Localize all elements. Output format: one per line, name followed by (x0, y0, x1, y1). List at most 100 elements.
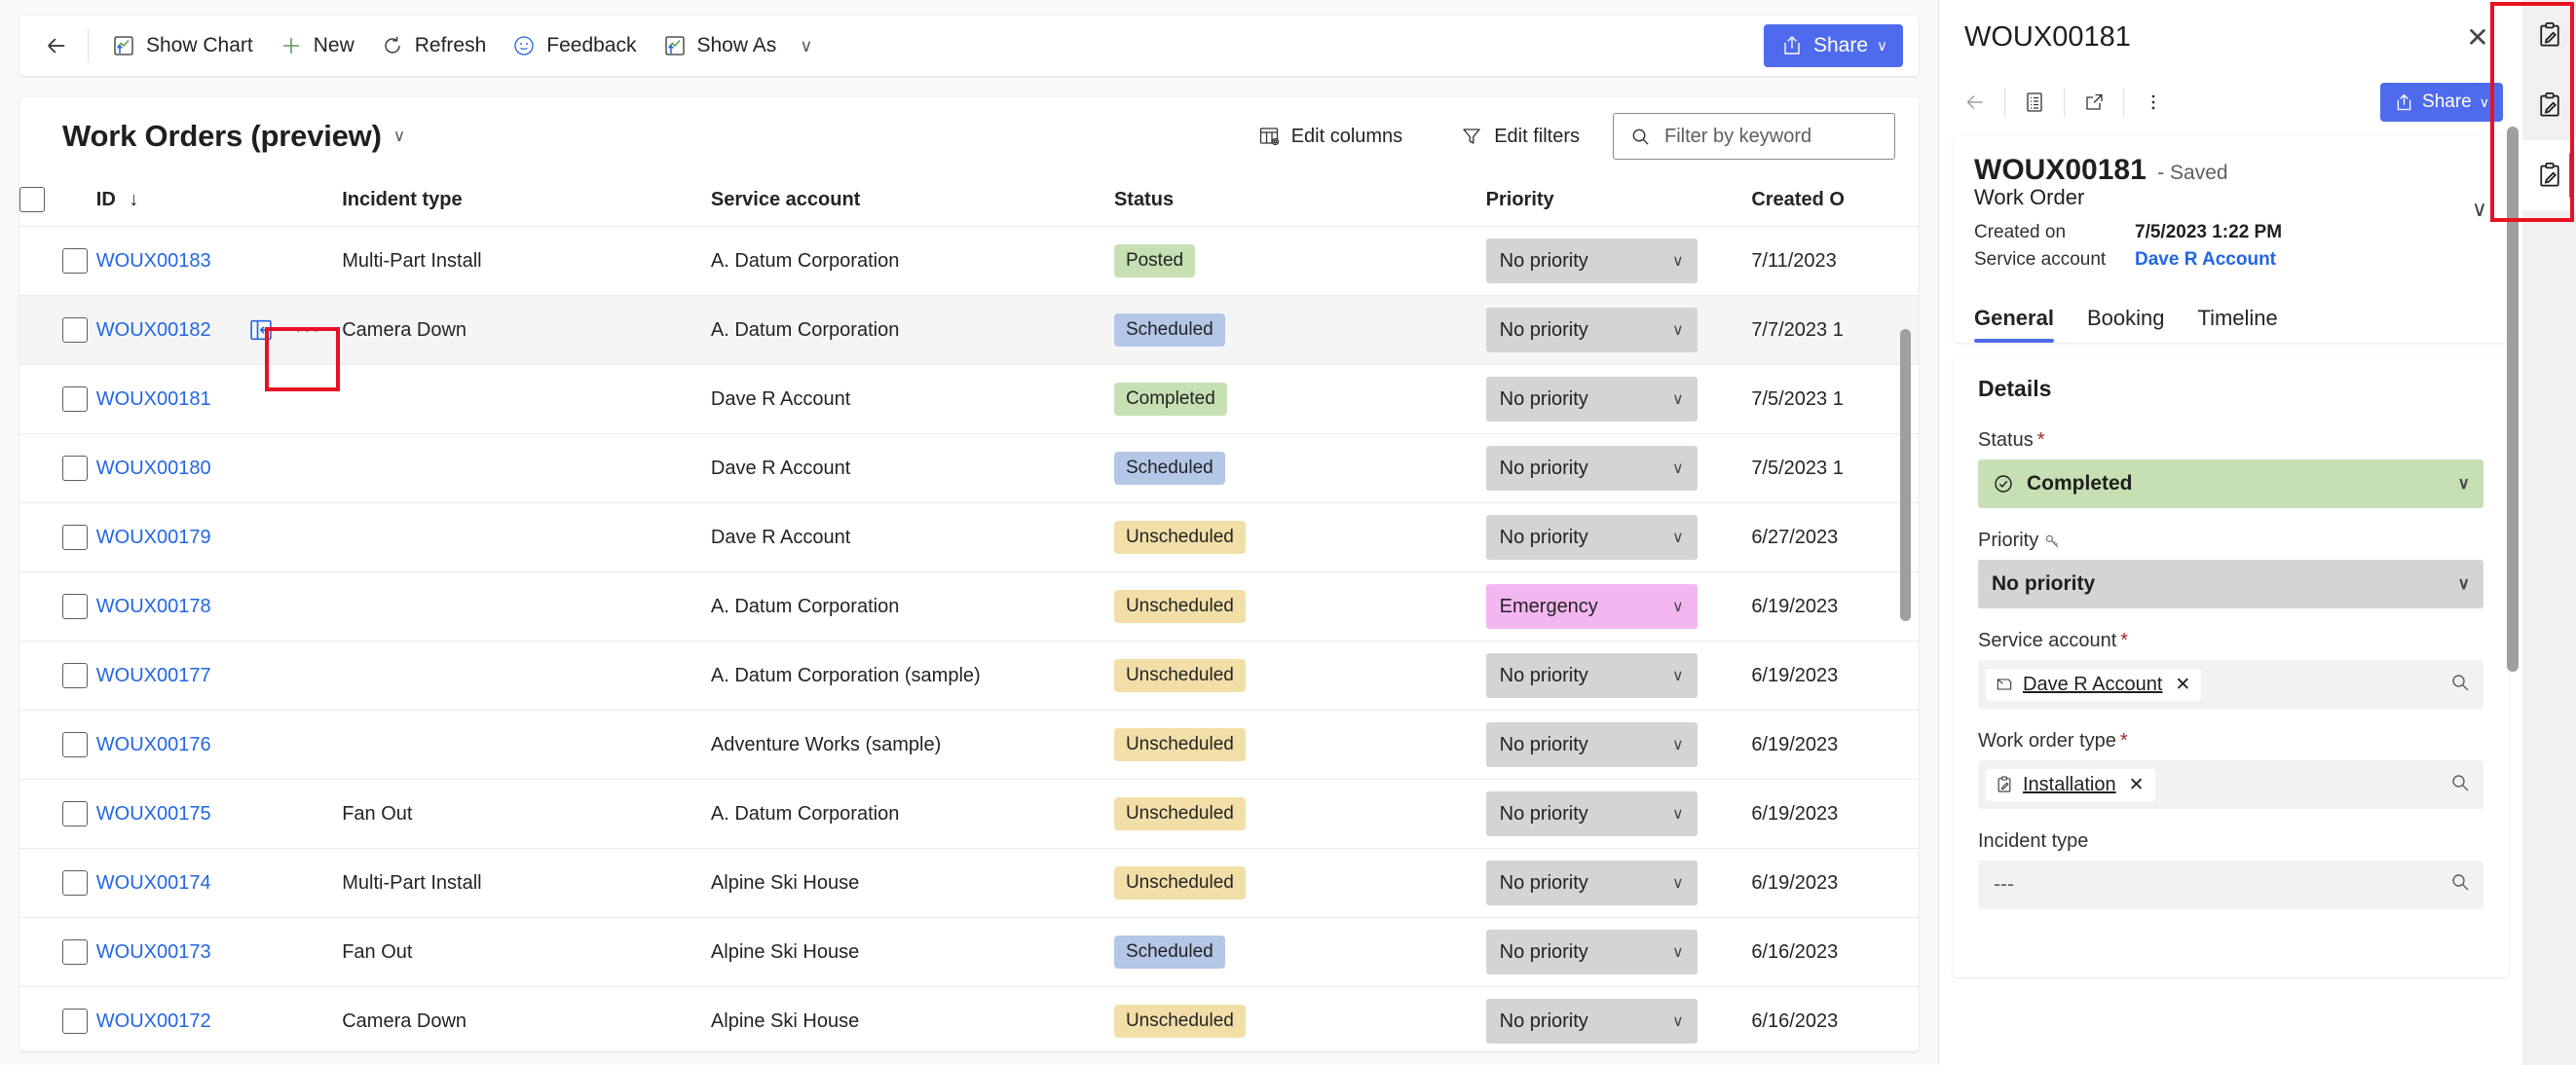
pop-out-icon[interactable] (2072, 80, 2116, 125)
record-link[interactable]: WOUX00178 (96, 596, 211, 618)
rail-item-1[interactable] (2522, 0, 2576, 70)
side-panel-scrollbar[interactable] (2507, 127, 2519, 672)
open-in-side-panel-icon[interactable] (237, 306, 285, 354)
priority-dropdown[interactable]: No priority ∨ (1485, 999, 1698, 1044)
row-checkbox[interactable] (62, 801, 88, 826)
refresh-button[interactable]: Refresh (367, 24, 500, 67)
rail-item-2[interactable] (2522, 70, 2576, 140)
remove-tag-icon[interactable]: ✕ (2175, 674, 2190, 696)
priority-dropdown[interactable]: No priority ∨ (1485, 377, 1698, 422)
remove-tag-icon[interactable]: ✕ (2129, 774, 2145, 796)
edit-columns-button[interactable]: Edit columns (1245, 114, 1415, 159)
chevron-down-icon[interactable]: ∨ (800, 36, 812, 56)
service-account-lookup[interactable]: Dave R Account ✕ (1978, 660, 2483, 709)
work-order-type-tag[interactable]: Installation ✕ (1986, 768, 2155, 801)
table-row[interactable]: WOUX00172 Camera Down Alpine Ski House Unsc… (19, 986, 1919, 1051)
record-link[interactable]: WOUX00183 (96, 250, 211, 273)
table-row[interactable]: WOUX00179 Dave R Account Unscheduled No pri… (19, 502, 1919, 572)
record-link[interactable]: WOUX00179 (96, 527, 211, 549)
table-row[interactable]: WOUX00181 Dave R Account Completed No prior… (19, 364, 1919, 434)
table-row[interactable]: WOUX00180 Dave R Account Scheduled No prior… (19, 433, 1919, 503)
row-checkbox[interactable] (62, 456, 88, 481)
work-order-type-tag-text[interactable]: Installation (2023, 774, 2116, 796)
magnifier-icon[interactable] (2448, 671, 2472, 699)
incident-type-lookup[interactable]: --- (1978, 861, 2483, 909)
column-header-id[interactable]: ID ↓ (95, 175, 343, 227)
table-row[interactable]: WOUX00183 Multi-Part Install A. Datum Corp… (19, 226, 1919, 296)
priority-dropdown[interactable]: No priority ∨ (1485, 446, 1698, 491)
more-vertical-icon[interactable] (2131, 80, 2176, 125)
row-checkbox[interactable] (62, 870, 88, 896)
priority-dropdown[interactable]: Emergency ∨ (1485, 584, 1698, 629)
back-arrow-icon[interactable] (1953, 80, 1997, 125)
column-header-status[interactable]: Status (1113, 175, 1486, 227)
column-header-created-on[interactable]: Created O (1751, 175, 1919, 227)
column-header-priority[interactable]: Priority (1485, 175, 1752, 227)
priority-dropdown[interactable]: No priority ∨ (1485, 308, 1698, 352)
tab-timeline[interactable]: Timeline (2197, 306, 2277, 343)
record-link[interactable]: WOUX00181 (96, 388, 211, 411)
row-checkbox[interactable] (62, 939, 88, 965)
priority-dropdown[interactable]: No priority ∨ (1485, 930, 1698, 974)
close-icon[interactable]: ✕ (2458, 18, 2497, 56)
service-account-tag[interactable]: Dave R Account ✕ (1986, 668, 2202, 701)
row-more-commands-icon[interactable]: ··· (289, 316, 327, 344)
table-row[interactable]: WOUX00175 Fan Out A. Datum Corporation Unsc… (19, 779, 1919, 849)
share-button[interactable]: Share ∨ (1763, 24, 1903, 67)
record-link[interactable]: WOUX00182 (96, 319, 211, 342)
magnifier-icon[interactable] (2448, 771, 2472, 799)
table-row[interactable]: WOUX00177 A. Datum Corporation (sample) Un… (19, 641, 1919, 711)
show-chart-button[interactable]: Show Chart (98, 24, 266, 67)
record-link[interactable]: WOUX00175 (96, 803, 211, 826)
table-row[interactable]: WOUX00178 A. Datum Corporation Unscheduled… (19, 571, 1919, 642)
form-icon[interactable] (2012, 80, 2057, 125)
expand-header-chevron-icon[interactable]: ∨ (2472, 197, 2487, 222)
record-link[interactable]: WOUX00177 (96, 665, 211, 687)
record-link[interactable]: WOUX00180 (96, 458, 211, 480)
priority-dropdown[interactable]: No priority ∨ (1485, 791, 1698, 836)
row-checkbox[interactable] (62, 317, 88, 343)
search-input[interactable] (1664, 125, 1881, 148)
status-dropdown[interactable]: Completed ∨ (1978, 459, 2483, 508)
record-link[interactable]: WOUX00173 (96, 941, 211, 964)
grid-vertical-scrollbar[interactable] (1900, 329, 1911, 1049)
new-button[interactable]: New (266, 24, 367, 67)
work-order-type-lookup[interactable]: Installation ✕ (1978, 760, 2483, 809)
chevron-down-icon[interactable]: ∨ (393, 127, 405, 146)
side-panel-scrollbar-thumb[interactable] (2507, 127, 2519, 672)
row-checkbox[interactable] (62, 1009, 88, 1034)
table-row[interactable]: WOUX00176 Adventure Works (sample) Unsched… (19, 710, 1919, 780)
rail-item-3[interactable] (2522, 140, 2576, 210)
priority-dropdown[interactable]: No priority ∨ (1978, 560, 2483, 608)
row-checkbox[interactable] (62, 732, 88, 757)
record-link[interactable]: WOUX00176 (96, 734, 211, 756)
row-checkbox[interactable] (62, 594, 88, 619)
record-link[interactable]: WOUX00172 (96, 1010, 211, 1033)
priority-dropdown[interactable]: No priority ∨ (1485, 861, 1698, 905)
feedback-button[interactable]: Feedback (499, 24, 649, 67)
priority-dropdown[interactable]: No priority ∨ (1485, 653, 1698, 698)
table-row[interactable]: WOUX00182 ··· Camera Down A. Datum Corporat… (19, 295, 1919, 365)
tab-booking[interactable]: Booking (2087, 306, 2165, 343)
view-selector-title[interactable]: Work Orders (preview) (62, 119, 382, 154)
table-row[interactable]: WOUX00174 Multi-Part Install Alpine Ski Ho… (19, 848, 1919, 918)
edit-filters-button[interactable]: Edit filters (1447, 114, 1591, 159)
service-account-tag-text[interactable]: Dave R Account (2023, 674, 2162, 696)
magnifier-icon[interactable] (2448, 870, 2472, 900)
show-as-button[interactable]: Show As ∨ (650, 24, 826, 67)
table-row[interactable]: WOUX00173 Fan Out Alpine Ski House Schedule… (19, 917, 1919, 987)
row-checkbox[interactable] (62, 386, 88, 412)
row-checkbox[interactable] (62, 663, 88, 688)
column-header-service-account[interactable]: Service account (710, 175, 1114, 227)
back-button[interactable] (35, 24, 78, 67)
priority-dropdown[interactable]: No priority ∨ (1485, 239, 1698, 283)
record-field-value-link[interactable]: Dave R Account (2135, 249, 2276, 271)
tab-general[interactable]: General (1974, 306, 2054, 343)
column-header-incident-type[interactable]: Incident type (342, 175, 711, 227)
priority-dropdown[interactable]: No priority ∨ (1485, 722, 1698, 767)
side-panel-share-button[interactable]: Share ∨ (2380, 83, 2503, 122)
priority-dropdown[interactable]: No priority ∨ (1485, 515, 1698, 560)
select-all-checkbox[interactable] (19, 187, 45, 212)
record-link[interactable]: WOUX00174 (96, 872, 211, 895)
search-box[interactable] (1613, 113, 1895, 160)
